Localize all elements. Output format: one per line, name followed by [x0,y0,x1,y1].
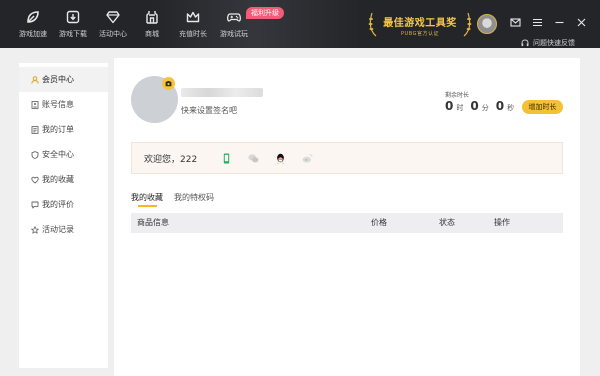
phone-icon[interactable] [221,153,232,164]
sidebar-item-label: 我的评价 [42,200,74,209]
award-title: 最佳游戏工具奖 [383,18,457,29]
minutes-unit: 分 [481,104,489,112]
tab-privilege-codes[interactable]: 我的特权码 [174,192,214,203]
sidebar-item-label: 会员中心 [42,75,74,84]
shield-icon [31,150,39,159]
sidebar-item-security-center[interactable]: 安全中心 [19,142,108,167]
message-button[interactable] [509,16,522,29]
hours-value: 0 [445,99,454,113]
welcome-text: 欢迎您，222 [144,154,198,165]
wechat-icon[interactable] [248,153,259,164]
sidebar-item-label: 我的订单 [42,125,74,134]
username-blurred [181,88,263,97]
nav-label: 充值时长 [179,29,207,38]
store-icon [146,10,158,24]
seconds-value: 0 [495,99,505,113]
qq-icon[interactable] [275,153,286,164]
hours-unit: 时 [456,104,464,112]
column-header-product: 商品信息 [137,218,169,227]
diamond-icon [106,10,120,23]
minutes-value: 0 [470,99,479,113]
sidebar-item-label: 我的收藏 [42,175,74,184]
welfare-upgrade-badge[interactable]: 福利升级 [246,7,284,19]
heart-icon [31,176,39,184]
nav-label: 游戏加速 [19,29,47,38]
close-icon [577,18,586,27]
welcome-banner: 欢迎您，222 [131,142,563,174]
camera-icon [165,81,172,87]
nav-label: 游戏试玩 [220,29,248,38]
sidebar-item-my-orders[interactable]: 我的订单 [19,117,108,142]
menu-icon [533,18,542,27]
sidebar-item-member-center[interactable]: 会员中心 [19,67,108,92]
sidebar-item-label: 活动记录 [42,225,74,234]
remaining-time: 0 时 0 分 0 秒 [445,99,521,113]
download-icon [66,10,80,23]
gamepad-icon [227,12,241,22]
headset-icon [521,39,529,47]
top-bar: 游戏加速 游戏下载 活动中心 商城 充值时长 游戏试玩 福利升级 最佳游戏工具奖… [0,0,600,48]
nav-store[interactable]: 商城 [137,0,167,48]
leaf-icon [27,10,39,23]
order-icon [31,125,39,134]
comment-icon [31,201,39,208]
change-avatar-button[interactable] [162,77,175,90]
award-subtitle: PUBG官方认证 [401,31,439,37]
add-time-button[interactable]: 增加时长 [522,100,563,114]
nav-game-trial[interactable]: 游戏试玩 [218,0,250,48]
sidebar-item-my-reviews[interactable]: 我的评价 [19,192,108,217]
sidebar-item-account-info[interactable]: 账号信息 [19,92,108,117]
star-icon [31,225,39,234]
remaining-time-label: 剩余时长 [445,92,470,99]
sidebar-item-label: 安全中心 [42,150,74,159]
crown-icon [186,11,200,22]
column-header-action: 操作 [494,218,510,227]
nav-label: 商城 [145,29,159,38]
nav-label: 游戏下载 [59,29,87,38]
member-center-panel: 快来设置签名吧 剩余时长 0 时 0 分 0 秒 增加时长 欢迎您，222 我的… [114,58,580,376]
sidebar-item-activity-records[interactable]: 活动记录 [19,217,108,242]
tab-my-favorites[interactable]: 我的收藏 [131,192,163,203]
signature-placeholder[interactable]: 快来设置签名吧 [181,105,237,116]
column-header-status: 状态 [439,218,455,227]
best-tool-award: 最佳游戏工具奖 PUBG官方认证 [368,7,472,41]
minimize-button[interactable] [553,16,566,29]
feedback-label: 问题快速反馈 [533,39,575,47]
seconds-unit: 秒 [507,104,515,112]
active-tab-indicator [138,205,157,207]
close-button[interactable] [575,16,588,29]
nav-recharge-time[interactable]: 充值时长 [177,0,209,48]
sidebar-item-my-favorites[interactable]: 我的收藏 [19,167,108,192]
table-header: 商品信息 价格 状态 操作 [131,213,563,233]
feedback-link[interactable]: 问题快速反馈 [521,38,575,48]
bound-accounts [221,153,329,164]
sidebar-item-label: 账号信息 [42,100,74,109]
user-avatar-top[interactable] [477,14,497,34]
id-card-icon [31,100,39,109]
nav-label: 活动中心 [99,29,127,38]
weibo-icon[interactable] [302,153,313,164]
nav-activity-center[interactable]: 活动中心 [98,0,128,48]
user-icon [31,75,39,84]
sidebar: 会员中心 账号信息 我的订单 安全中心 我的收藏 我的评价 活动记录 [19,63,108,368]
nav-game-download[interactable]: 游戏下载 [58,0,88,48]
menu-button[interactable] [531,16,544,29]
minimize-icon [555,21,564,24]
nav-game-accelerate[interactable]: 游戏加速 [18,0,48,48]
mail-icon [510,18,521,27]
column-header-price: 价格 [371,218,387,227]
